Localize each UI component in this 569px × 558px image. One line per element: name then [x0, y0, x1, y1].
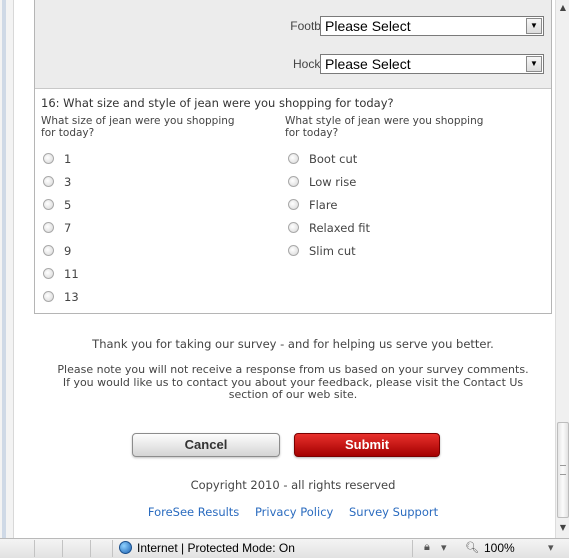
survey-question-box: Football Please Select ▼ Hockey Please S… — [34, 0, 552, 314]
football-select[interactable]: Please Select ▼ — [320, 16, 544, 36]
size-option-label: 9 — [64, 244, 72, 258]
page-viewport: Football Please Select ▼ Hockey Please S… — [14, 0, 555, 538]
radio-button[interactable] — [288, 176, 299, 187]
response-note: Please note you will not receive a respo… — [57, 363, 529, 401]
style-option-label: Slim cut — [309, 244, 356, 258]
foresee-results-link[interactable]: ForeSee Results — [148, 505, 239, 519]
size-option-label: 3 — [64, 175, 72, 189]
vertical-scrollbar[interactable]: ▲ ▼ — [555, 0, 569, 538]
size-option-label: 7 — [64, 221, 72, 235]
radio-button[interactable] — [43, 222, 54, 233]
cancel-button[interactable]: Cancel — [132, 433, 280, 457]
hockey-row: Hockey Please Select ▼ — [35, 54, 551, 76]
submit-button[interactable]: Submit — [294, 433, 440, 457]
magnifier-icon[interactable]: 🔍︎ — [465, 541, 479, 554]
style-option-label: Boot cut — [309, 152, 358, 166]
hockey-select[interactable]: Please Select ▼ — [320, 54, 544, 74]
style-option-label: Flare — [309, 198, 338, 212]
status-cell — [62, 540, 91, 557]
size-option-label: 13 — [64, 290, 79, 304]
radio-button[interactable] — [43, 199, 54, 210]
size-option-label: 1 — [64, 152, 72, 166]
radio-button[interactable] — [43, 291, 54, 302]
size-option-label: 5 — [64, 198, 72, 212]
style-option-label: Low rise — [309, 175, 357, 189]
chevron-down-icon[interactable]: ▾ — [441, 541, 447, 554]
radio-button[interactable] — [43, 245, 54, 256]
radio-button[interactable] — [288, 199, 299, 210]
scroll-down-icon[interactable]: ▼ — [556, 520, 569, 536]
size-column-header: What size of jean were you shopping for … — [41, 115, 235, 139]
left-strip-accent — [2, 0, 6, 538]
radio-button[interactable] — [288, 153, 299, 164]
zone-cell — [112, 540, 413, 557]
browser-left-border — [0, 0, 14, 538]
scroll-up-icon[interactable]: ▲ — [556, 0, 569, 16]
size-option-label: 11 — [64, 267, 79, 281]
question-title: 16: What size and style of jean were you… — [41, 96, 394, 110]
privacy-policy-link[interactable]: Privacy Policy — [255, 505, 333, 519]
status-cell — [0, 540, 35, 557]
zoom-level[interactable]: 100% — [484, 541, 515, 555]
chevron-down-icon[interactable]: ▾ — [548, 541, 554, 554]
copyright-text: Copyright 2010 - all rights reserved — [190, 478, 396, 492]
hockey-select-value: Please Select — [325, 56, 411, 72]
radio-button[interactable] — [288, 222, 299, 233]
status-cell — [34, 540, 63, 557]
radio-button[interactable] — [43, 176, 54, 187]
scrollbar-thumb[interactable] — [557, 422, 569, 518]
lock-icon[interactable]: 🔒︎ — [424, 541, 430, 554]
football-row: Football Please Select ▼ — [35, 16, 551, 38]
chevron-down-icon[interactable]: ▼ — [526, 18, 542, 34]
radio-button[interactable] — [43, 268, 54, 279]
sports-select-area: Football Please Select ▼ Hockey Please S… — [35, 0, 551, 89]
thank-you-text: Thank you for taking our survey - and fo… — [92, 337, 494, 351]
radio-button[interactable] — [288, 245, 299, 256]
style-column-header: What style of jean were you shopping for… — [285, 115, 484, 139]
scroll-grip — [560, 465, 566, 475]
style-option-label: Relaxed fit — [309, 221, 371, 235]
chevron-down-icon[interactable]: ▼ — [526, 56, 542, 72]
footer-links: ForeSee Results Privacy Policy Survey Su… — [34, 505, 552, 519]
survey-support-link[interactable]: Survey Support — [349, 505, 438, 519]
football-select-value: Please Select — [325, 18, 411, 34]
status-cell — [90, 540, 113, 557]
radio-button[interactable] — [43, 153, 54, 164]
browser-status-bar: Internet | Protected Mode: On 🔒︎ ▾ 🔍︎ 10… — [0, 538, 569, 558]
